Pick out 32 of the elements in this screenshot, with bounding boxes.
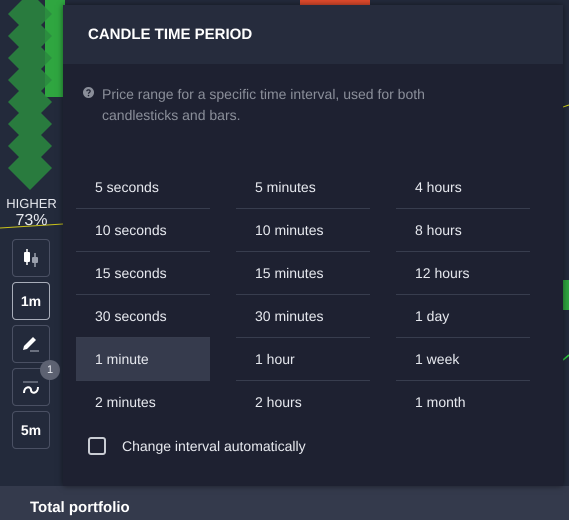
interval-option[interactable]: 15 seconds bbox=[76, 252, 210, 294]
interval-option[interactable]: 15 minutes bbox=[236, 252, 370, 294]
interval-option[interactable]: 2 minutes bbox=[76, 381, 210, 423]
portfolio-label: Total portfolio bbox=[30, 499, 130, 516]
interval-option[interactable]: 4 hours bbox=[396, 166, 530, 208]
help-icon bbox=[83, 87, 94, 98]
interval-option[interactable]: 30 minutes bbox=[236, 295, 370, 337]
candlestick-icon bbox=[21, 248, 41, 268]
checkbox[interactable] bbox=[88, 437, 106, 455]
interval-option[interactable]: 30 seconds bbox=[76, 295, 210, 337]
chart-type-button[interactable] bbox=[12, 239, 50, 277]
signal-label: HIGHER bbox=[6, 196, 57, 212]
pencil-icon bbox=[21, 334, 41, 354]
interval-option[interactable]: 1 hour bbox=[236, 338, 370, 380]
signal-percent: 73% bbox=[15, 212, 48, 230]
candle-bar bbox=[563, 280, 569, 310]
timeframe-button[interactable]: 1m bbox=[12, 282, 50, 320]
panel-title: CANDLE TIME PERIOD bbox=[88, 26, 252, 43]
interval-option[interactable]: 12 hours bbox=[396, 252, 530, 294]
interval-option[interactable]: 5 seconds bbox=[76, 166, 210, 208]
interval-option[interactable]: 10 seconds bbox=[76, 209, 210, 251]
auto-interval-checkbox[interactable]: Change interval automatically bbox=[76, 437, 550, 455]
hint-text: Price range for a specific time interval, used for both candlesticks and bars. bbox=[102, 85, 426, 125]
interval-option[interactable]: 1 month bbox=[396, 381, 530, 423]
interval-option[interactable]: 1 day bbox=[396, 295, 530, 337]
interval-option[interactable]: 5 minutes bbox=[236, 166, 370, 208]
interval-option[interactable]: 1 minute bbox=[76, 338, 210, 380]
interval-option[interactable]: 2 hours bbox=[236, 381, 370, 423]
interval-option[interactable]: 8 hours bbox=[396, 209, 530, 251]
interval-option[interactable]: 10 minutes bbox=[236, 209, 370, 251]
timeframe-button[interactable]: 5m bbox=[12, 411, 50, 449]
interval-option[interactable]: 1 week bbox=[396, 338, 530, 380]
